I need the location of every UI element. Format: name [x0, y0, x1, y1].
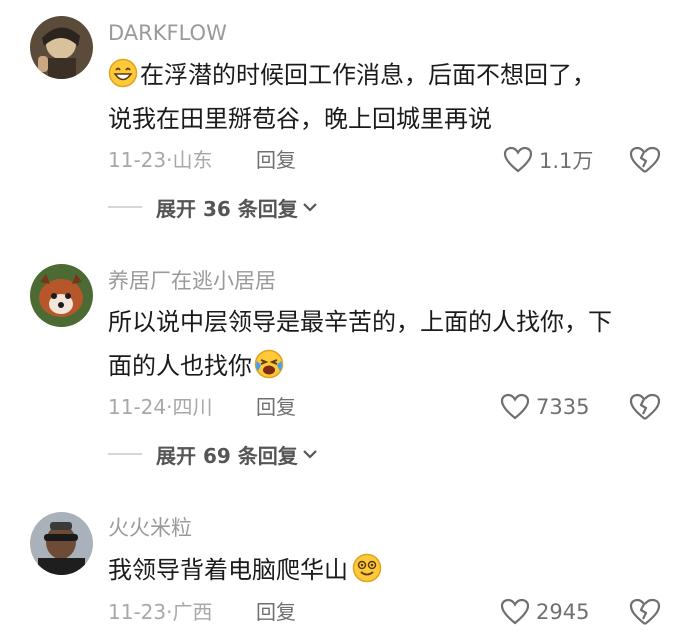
broken-heart-icon — [629, 146, 661, 173]
comment-meta: 11-23·山东 — [108, 148, 213, 172]
comment-meta: 11-23·广西 — [108, 600, 213, 624]
dislike-button[interactable] — [628, 145, 662, 175]
comment-username[interactable]: 火火米粒 — [108, 515, 192, 541]
comment-text: 所以说中层领导是最辛苦的，上面的人找你，下 面的人也找你 — [108, 300, 668, 388]
expand-replies-button[interactable]: 展开 36 条回复 — [108, 192, 318, 222]
comment-meta: 11-24·四川 — [108, 395, 213, 419]
expand-replies-label: 展开 69 条回复 — [156, 443, 298, 468]
comment-text-line: 我领导背着电脑爬华山 — [108, 556, 348, 584]
reply-button[interactable]: 回复 — [256, 599, 296, 625]
expand-replies-button[interactable]: 展开 69 条回复 — [108, 439, 318, 469]
divider — [108, 206, 142, 208]
comment-text-line: 在浮潜的时候回工作消息，后面不想回了， — [140, 61, 596, 89]
avatar[interactable] — [30, 512, 93, 575]
dislike-button[interactable] — [628, 597, 662, 627]
crying-laugh-icon — [254, 349, 284, 379]
comment-text-line: 说我在田里掰苞谷，晚上回城里再说 — [108, 105, 492, 133]
heart-icon — [500, 598, 530, 625]
heart-icon — [503, 146, 533, 173]
grin-icon — [108, 58, 138, 88]
reply-button[interactable]: 回复 — [256, 147, 296, 173]
dislike-button[interactable] — [628, 392, 662, 422]
expand-replies-label: 展开 36 条回复 — [156, 196, 298, 221]
comment-time: 11-23 — [108, 148, 167, 172]
comment-username[interactable]: 养居厂在逃小居居 — [108, 268, 276, 294]
comment-location: 广西 — [172, 600, 213, 624]
comment-location: 山东 — [172, 148, 213, 172]
comment-text-line: 面的人也找你 — [108, 352, 252, 380]
like-button[interactable]: 1.1万 — [503, 145, 593, 175]
comment-time: 11-23 — [108, 600, 167, 624]
like-button[interactable]: 7335 — [500, 392, 589, 422]
comment-time: 11-24 — [108, 395, 167, 419]
reply-button[interactable]: 回复 — [256, 394, 296, 420]
chevron-down-icon — [302, 450, 317, 459]
like-count: 2945 — [536, 600, 590, 624]
comment-text: 在浮潜的时候回工作消息，后面不想回了， 说我在田里掰苞谷，晚上回城里再说 — [108, 53, 668, 141]
comment-text-line: 所以说中层领导是最辛苦的，上面的人找你，下 — [108, 308, 612, 336]
broken-heart-icon — [629, 393, 661, 420]
dizzy-smile-icon — [352, 553, 382, 583]
avatar[interactable] — [30, 264, 93, 327]
like-button[interactable]: 2945 — [500, 597, 589, 627]
comment-location: 四川 — [172, 395, 213, 419]
avatar[interactable] — [30, 16, 93, 79]
comment-text: 我领导背着电脑爬华山 — [108, 548, 668, 592]
like-count: 7335 — [536, 395, 590, 419]
like-count: 1.1万 — [539, 149, 594, 173]
heart-icon — [500, 393, 530, 420]
comment-username[interactable]: DARKFLOW — [108, 20, 227, 46]
chevron-down-icon — [302, 203, 317, 212]
divider — [108, 453, 142, 455]
broken-heart-icon — [629, 598, 661, 625]
